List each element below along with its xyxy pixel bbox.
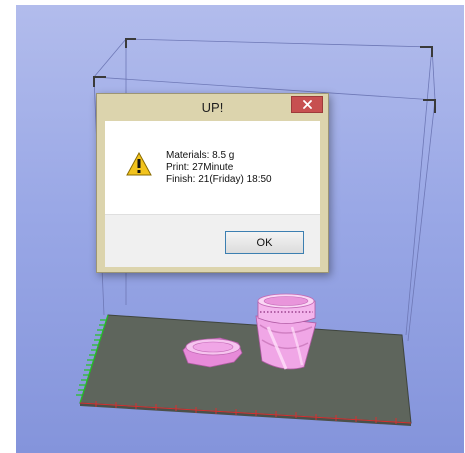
close-button[interactable] <box>291 96 323 113</box>
warning-icon <box>126 152 152 176</box>
dialog-footer: OK <box>105 214 320 267</box>
ok-button[interactable]: OK <box>225 231 304 254</box>
3d-viewport[interactable]: UP! Materials: 8.5 g Print: 27Minute Fin… <box>16 5 464 453</box>
dialog-body: Materials: 8.5 g Print: 27Minute Finish:… <box>105 121 320 267</box>
close-icon <box>302 100 312 109</box>
materials-text: Materials: 8.5 g <box>166 150 235 161</box>
dialog-message: Materials: 8.5 g Print: 27Minute Finish:… <box>166 150 272 186</box>
print-time-text: Print: 27Minute <box>166 162 234 173</box>
dialog-titlebar[interactable]: UP! <box>97 94 328 121</box>
finish-time-text: Finish: 21(Friday) 18:50 <box>166 174 272 185</box>
print-info-dialog: UP! Materials: 8.5 g Print: 27Minute Fin… <box>96 93 329 273</box>
